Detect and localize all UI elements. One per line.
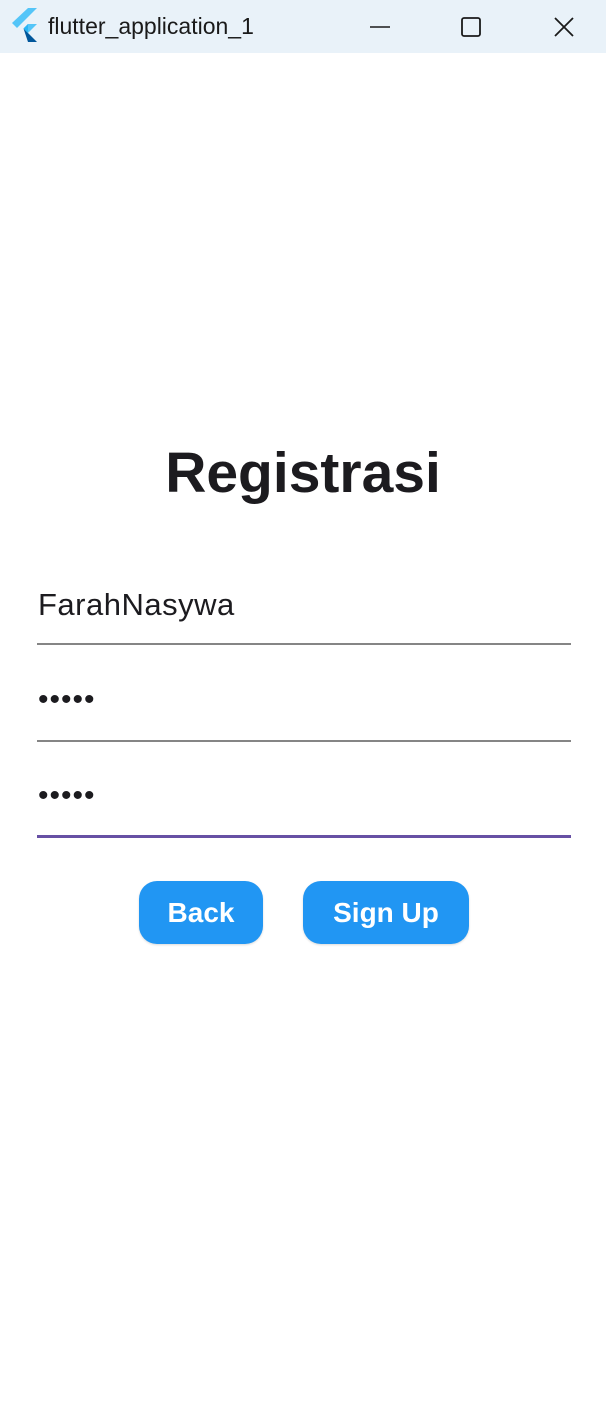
password-value: ••••• xyxy=(38,683,96,716)
close-icon xyxy=(553,16,575,38)
title-bar[interactable]: flutter_application_1 xyxy=(0,0,606,53)
sign-up-button[interactable]: Sign Up xyxy=(303,881,469,944)
window-title: flutter_application_1 xyxy=(48,13,254,39)
confirm-password-underline xyxy=(37,835,571,838)
close-button[interactable] xyxy=(536,0,592,53)
password-underline xyxy=(37,740,571,742)
app-window: flutter_application_1 Registrasi FarahNa… xyxy=(0,0,606,1415)
maximize-button[interactable] xyxy=(443,0,499,53)
minimize-button[interactable] xyxy=(352,0,408,53)
back-button[interactable]: Back xyxy=(139,881,263,944)
minimize-icon xyxy=(369,16,391,38)
page-title: Registrasi xyxy=(165,441,441,505)
flutter-logo-icon xyxy=(12,8,42,42)
password-field[interactable]: ••••• xyxy=(37,682,571,742)
confirm-password-field[interactable]: ••••• xyxy=(37,778,571,838)
username-value: FarahNasywa xyxy=(38,587,235,622)
confirm-password-value: ••••• xyxy=(38,779,96,812)
username-field[interactable]: FarahNasywa xyxy=(37,585,571,645)
maximize-icon xyxy=(460,16,482,38)
username-underline xyxy=(37,643,571,645)
